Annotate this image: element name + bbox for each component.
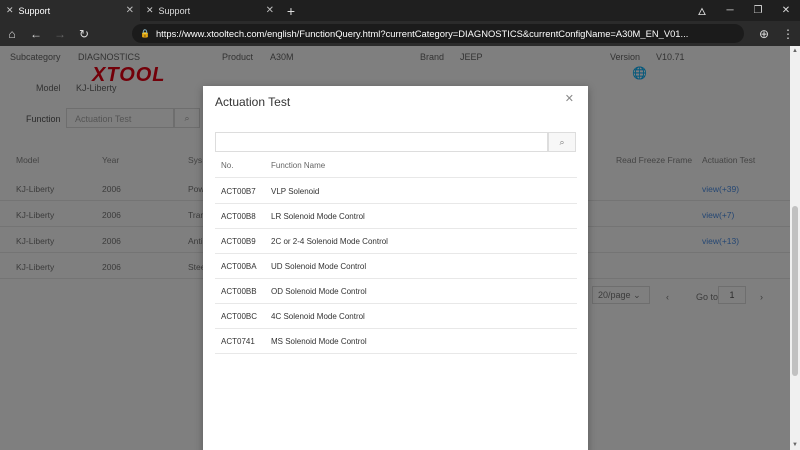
modal-search-input[interactable] [215,132,548,152]
table-row: ACT00B8 LR Solenoid Mode Control [215,204,577,229]
new-tab-button[interactable]: + [280,0,302,21]
actuation-test-modal: Actuation Test ✕ ⌕ No. Function Name ACT… [203,86,588,450]
th-no: No. [221,161,234,170]
cell-no: ACT00B9 [221,237,256,246]
search-icon[interactable]: ⌕ [548,132,576,152]
back-button[interactable]: ← [24,21,48,46]
tab-close-icon[interactable]: ✕ [266,5,274,16]
browser-tab-support-2[interactable]: ✕ Support ✕ [140,0,280,21]
table-row: ACT00B9 2C or 2-4 Solenoid Mode Control [215,229,577,254]
scrollbar-thumb[interactable] [792,206,798,376]
cell-no: ACT00B7 [221,187,256,196]
cell-function-name: VLP Solenoid [271,187,320,196]
scroll-up-icon[interactable]: ▲ [792,48,798,54]
browser-tab-support-1[interactable]: ✕ Support ✕ [0,0,140,21]
cell-no: ACT00BC [221,312,258,321]
tab-title: Support [18,5,51,16]
modal-title: Actuation Test [215,95,291,109]
tab-bar-spacer [302,0,688,21]
cell-no: ACT00B8 [221,212,256,221]
page-scrollbar[interactable]: ▲ ▼ [790,46,800,450]
cell-no: ACT00BA [221,262,257,271]
table-row: ACT00BB OD Solenoid Mode Control [215,279,577,304]
browser-nav-bar: ⌂ ← → ↻ 🔒 https://www.xtooltech.com/engl… [0,21,800,46]
cell-no: ACT00BB [221,287,257,296]
table-row: ACT00B7 VLP Solenoid [215,179,577,204]
restore-button[interactable]: ❐ [744,0,772,21]
forward-button[interactable]: → [48,21,72,46]
table-row: ACT00BA UD Solenoid Mode Control [215,254,577,279]
share-icon[interactable]: ⊕ [752,21,776,46]
flame-icon[interactable]: 🜂 [688,0,716,21]
url-text[interactable]: https://www.xtooltech.com/english/Functi… [156,28,688,39]
page-content: Subcategory DIAGNOSTICS Product A30M Bra… [0,46,790,450]
lock-icon[interactable]: 🔒 [140,29,150,38]
favicon-icon: ✕ [146,5,154,15]
tab-title: Support [158,5,191,16]
table-row: ACT00BC 4C Solenoid Mode Control [215,304,577,329]
cell-function-name: UD Solenoid Mode Control [271,262,367,271]
cell-function-name: 2C or 2-4 Solenoid Mode Control [271,237,388,246]
menu-icon[interactable]: ⋮ [776,21,800,46]
cell-function-name: LR Solenoid Mode Control [271,212,365,221]
close-window-button[interactable]: ✕ [772,0,800,21]
browser-tab-bar: ✕ Support ✕ ✕ Support ✕ + 🜂 ─ ❐ ✕ [0,0,800,21]
table-row: ACT0741 MS Solenoid Mode Control [215,329,577,354]
th-function-name: Function Name [271,161,326,170]
cell-function-name: 4C Solenoid Mode Control [271,312,365,321]
scroll-down-icon[interactable]: ▼ [792,442,798,448]
cell-no: ACT0741 [221,337,255,346]
tab-close-icon[interactable]: ✕ [126,5,134,16]
cell-function-name: MS Solenoid Mode Control [271,337,367,346]
reload-button[interactable]: ↻ [72,21,96,46]
address-bar[interactable]: 🔒 https://www.xtooltech.com/english/Func… [132,24,744,43]
favicon-icon: ✕ [6,5,14,15]
minimize-button[interactable]: ─ [716,0,744,21]
cell-function-name: OD Solenoid Mode Control [271,287,367,296]
modal-table-header: No. Function Name [215,154,577,178]
close-icon[interactable]: ✕ [565,92,574,105]
home-button[interactable]: ⌂ [0,21,24,46]
